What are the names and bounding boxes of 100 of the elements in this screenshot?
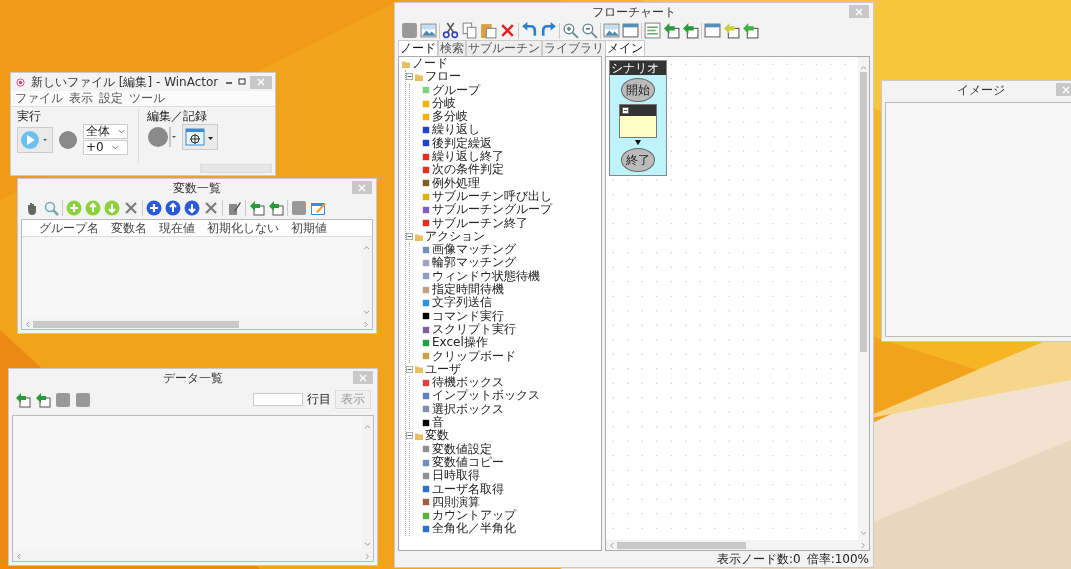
window-icon[interactable] (704, 22, 721, 39)
cut-icon[interactable] (442, 22, 459, 39)
offset-select[interactable]: +0 (83, 140, 128, 155)
run-button[interactable] (17, 126, 53, 153)
tree-item[interactable]: アクション (425, 229, 485, 244)
tree-item[interactable]: サブルーチン呼び出し (432, 189, 552, 204)
arrow-document-icon[interactable] (35, 391, 51, 408)
window-icon[interactable] (622, 22, 639, 39)
collapse-icon[interactable] (406, 365, 413, 373)
tab[interactable]: ノード (398, 40, 438, 56)
tree-item[interactable]: サブルーチン終了 (432, 216, 528, 230)
close-button[interactable] (352, 181, 372, 194)
close-button[interactable] (849, 5, 869, 18)
tree-item[interactable]: Excel操作 (432, 336, 488, 350)
window-brush-icon[interactable] (310, 200, 326, 216)
tree-item[interactable]: 画像マッチング (432, 243, 516, 257)
tree-item[interactable]: 後判定繰返 (432, 136, 492, 151)
redo-icon[interactable] (540, 22, 557, 39)
column-header[interactable]: 現在値 (154, 220, 200, 236)
close-button[interactable] (353, 371, 373, 384)
tree-item[interactable]: コマンド実行 (432, 309, 504, 323)
column-header[interactable]: 初期値 (286, 220, 332, 236)
picture-icon[interactable] (420, 22, 437, 39)
column-header[interactable]: 変数名 (106, 220, 152, 236)
arrow-document-icon[interactable] (663, 22, 680, 39)
tree-item[interactable]: 分岐 (432, 96, 456, 111)
scope-select[interactable]: 全体 (83, 124, 128, 139)
tree-item[interactable]: ウィンドウ状態待機 (432, 269, 540, 284)
tree-item[interactable]: 多分岐 (432, 110, 468, 124)
copy-icon[interactable] (461, 22, 478, 39)
tree-item[interactable]: 輪郭マッチング (432, 256, 516, 270)
collapse-icon[interactable] (406, 73, 413, 81)
scrollbar[interactable] (22, 319, 372, 329)
stop-button[interactable] (58, 129, 78, 150)
notepad-icon[interactable] (226, 200, 242, 216)
menu-item[interactable]: ファイル (15, 91, 63, 106)
start-node[interactable]: 開始 (621, 78, 655, 102)
arrow-document-icon[interactable] (268, 200, 284, 216)
column-header[interactable]: グループ名 (34, 220, 104, 236)
tree-item[interactable]: 変数値コピー (432, 455, 504, 470)
tree-item[interactable]: ノード (412, 57, 448, 71)
end-node[interactable]: 終了 (621, 148, 655, 172)
tree-item[interactable]: 次の条件判定 (432, 163, 504, 177)
collapse-icon[interactable] (406, 233, 413, 240)
scrollbar[interactable] (13, 551, 373, 561)
list-icon[interactable] (644, 22, 661, 39)
menu-item[interactable]: 表示 (69, 91, 93, 106)
record-button[interactable] (147, 126, 177, 148)
target-button[interactable] (182, 124, 218, 150)
plus-icon[interactable] (146, 200, 162, 216)
delete-icon[interactable] (203, 200, 219, 216)
tree-item[interactable]: フロー (425, 70, 461, 84)
collapse-icon[interactable] (622, 107, 629, 114)
menu-item[interactable]: 設定 (99, 91, 123, 106)
tree-item[interactable]: 繰り返し (432, 123, 480, 137)
delete-icon[interactable] (123, 200, 139, 216)
zoom-out-icon[interactable] (581, 22, 598, 39)
zoom-in-icon[interactable] (562, 22, 579, 39)
arrow-document-icon[interactable] (15, 391, 31, 408)
tree-item[interactable]: 音 (432, 416, 444, 430)
tree-item[interactable]: 日時取得 (432, 469, 480, 483)
undo-icon[interactable] (521, 22, 538, 39)
tree-item[interactable]: 待機ボックス (432, 376, 504, 390)
tree-item[interactable]: 選択ボックス (432, 402, 504, 416)
tree-item[interactable]: クリップボード (432, 349, 516, 363)
tree-item[interactable]: ユーザ名取得 (432, 482, 504, 496)
tree-item[interactable]: サブルーチングループ (432, 203, 552, 217)
tree-item[interactable]: 例外処理 (432, 176, 480, 190)
collapse-icon[interactable] (406, 432, 413, 440)
tab[interactable]: サブルーチン (466, 40, 542, 56)
menu-item[interactable]: ツール (129, 91, 165, 106)
tree-item[interactable]: 四則演算 (432, 495, 480, 510)
tree-item[interactable]: スクリプト実行 (432, 322, 516, 337)
tree-item[interactable]: 繰り返し終了 (432, 150, 504, 164)
tree-item[interactable]: 文字列送信 (432, 296, 492, 310)
tab[interactable]: ライブラリ (542, 40, 606, 56)
row-input-field[interactable] (253, 393, 303, 406)
arrow-document-icon[interactable] (723, 22, 740, 39)
flowchart-canvas[interactable]: シナリオ 開始 終了 (606, 57, 858, 540)
tree-item[interactable]: グループ (432, 83, 480, 97)
arrow-document-icon[interactable] (682, 22, 699, 39)
delete-icon[interactable] (499, 22, 516, 39)
tree-item[interactable]: 変数値設定 (432, 442, 492, 456)
maximize-button[interactable] (237, 77, 247, 87)
arrow-document-icon[interactable] (249, 200, 265, 216)
tab[interactable]: 検索 (438, 40, 466, 56)
tree-item[interactable]: カウントアップ (432, 509, 516, 523)
scenario-group[interactable]: シナリオ 開始 終了 (609, 60, 667, 176)
close-button[interactable] (1056, 83, 1071, 96)
picture-icon[interactable] (603, 22, 620, 39)
paste-icon[interactable] (480, 22, 497, 39)
tree-item[interactable]: 指定時間待機 (432, 283, 504, 297)
tab[interactable]: メイン (605, 40, 645, 56)
arrow-document-icon[interactable] (742, 22, 759, 39)
tree-item[interactable]: 全角化／半角化 (432, 522, 516, 536)
tree-item[interactable]: インプットボックス (432, 389, 540, 403)
tree-item[interactable]: ユーザ (425, 362, 461, 377)
group-node[interactable] (619, 104, 657, 138)
column-header[interactable]: 初期化しない (202, 220, 284, 236)
search-icon[interactable] (43, 200, 59, 216)
